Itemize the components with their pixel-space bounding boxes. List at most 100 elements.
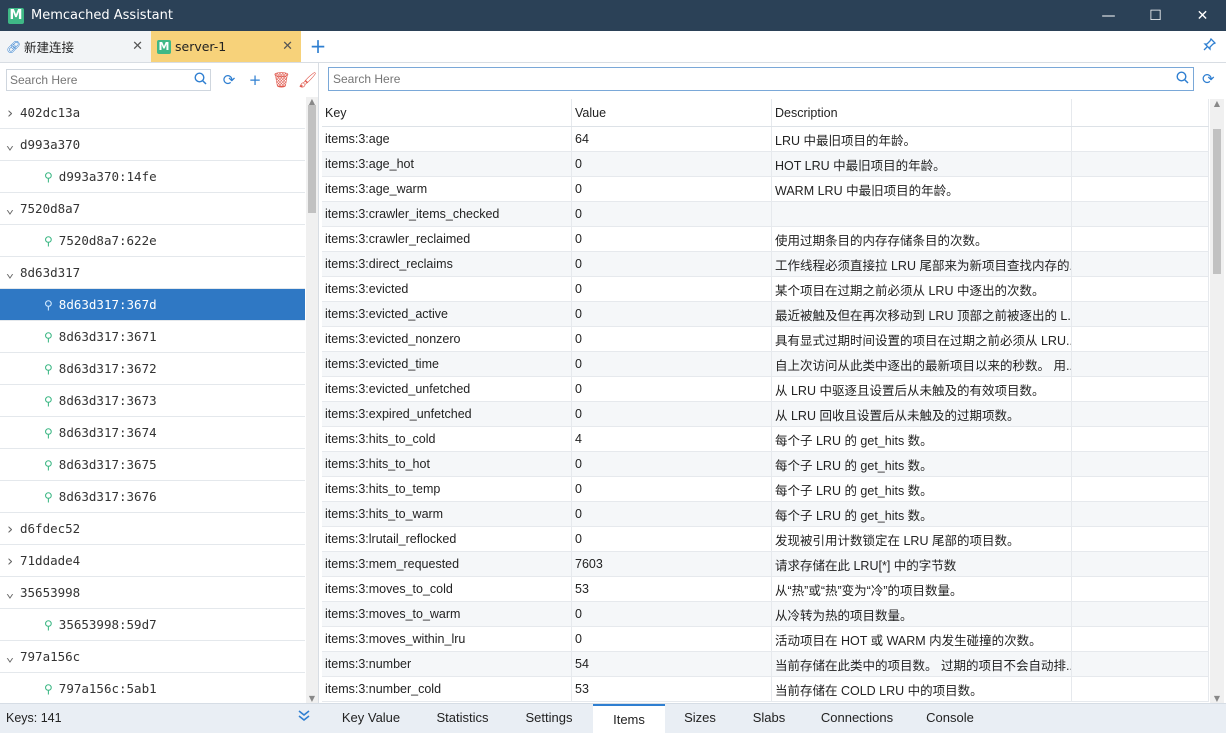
table-row[interactable]: items:3:evicted_time 0 自上次访问从此类中逐出的最新项目以来的… (322, 352, 1209, 377)
tree-group-item[interactable]: ⌄ 7520d8a7 (0, 193, 305, 225)
tab-key-value[interactable]: Key Value (322, 704, 420, 733)
table-row[interactable]: items:3:hits_to_temp 0 每个子 LRU 的 get_hits … (322, 477, 1209, 502)
tree-key-item[interactable]: ⚲ 8d63d317:3671 (0, 321, 305, 353)
tab-console[interactable]: Console (911, 704, 989, 733)
column-header[interactable] (1072, 99, 1209, 126)
refresh-icon[interactable]: ⟳ (1202, 70, 1215, 88)
column-header[interactable]: Description (772, 99, 1072, 126)
key-icon: ⚲ (44, 457, 53, 472)
search-icon[interactable] (1176, 71, 1189, 88)
table-row[interactable]: items:3:hits_to_cold 4 每个子 LRU 的 get_hits … (322, 427, 1209, 452)
chevron-right-icon[interactable]: › (0, 552, 20, 570)
key-tree-panel: ⟳ + 🗑︎ 🖌︎ ›402dc13a⌄d993a370⚲d993a370:14… (0, 63, 319, 703)
tab-sizes[interactable]: Sizes (665, 704, 735, 733)
tab-items[interactable]: Items (593, 704, 665, 733)
table-row[interactable]: items:3:number_cold 53 当前存储在 COLD LRU 中的项目… (322, 677, 1209, 702)
refresh-icon[interactable]: ⟳ (220, 69, 238, 91)
scrollbar-thumb[interactable] (308, 105, 316, 213)
table-row[interactable]: items:3:age_hot 0 HOT LRU 中最旧项目的年龄。 (322, 152, 1209, 177)
scrollbar-thumb[interactable] (1213, 129, 1221, 274)
expand-all-icon[interactable] (297, 709, 311, 727)
tree-group-item[interactable]: ⌄ 8d63d317 (0, 257, 305, 289)
table-scrollbar[interactable]: ▲ ▼ (1210, 99, 1224, 703)
table-row[interactable]: items:3:evicted_unfetched 0 从 LRU 中驱逐且设置后从… (322, 377, 1209, 402)
tree-group-item[interactable]: ⌄ d993a370 (0, 129, 305, 161)
tree-group-item[interactable]: ⌄ 35653998 (0, 577, 305, 609)
chevron-right-icon[interactable]: › (0, 520, 20, 538)
table-row[interactable]: items:3:lrutail_reflocked 0 发现被引用计数锁定在 LRU… (322, 527, 1209, 552)
key-cell: items:3:moves_within_lru (322, 627, 572, 651)
tree-key-item[interactable]: ⚲ 8d63d317:3675 (0, 449, 305, 481)
table-row[interactable]: items:3:hits_to_warm 0 每个子 LRU 的 get_hits … (322, 502, 1209, 527)
key-cell: items:3:hits_to_warm (322, 502, 572, 526)
key-cell: items:3:moves_to_cold (322, 577, 572, 601)
table-row[interactable]: items:3:direct_reclaims 0 工作线程必须直接拉 LRU 尾部… (322, 252, 1209, 277)
tree-group-item[interactable]: › d6fdec52 (0, 513, 305, 545)
close-button[interactable]: ✕ (1179, 0, 1226, 31)
table-row[interactable]: items:3:age_warm 0 WARM LRU 中最旧项目的年龄。 (322, 177, 1209, 202)
chevron-down-icon[interactable]: ⌄ (0, 137, 20, 153)
key-cell: items:3:number_cold (322, 677, 572, 701)
table-row[interactable]: items:3:evicted 0 某个项目在过期之前必须从 LRU 中逐出的次数。 (322, 277, 1209, 302)
key-icon: ⚲ (44, 169, 53, 184)
table-row[interactable]: items:3:evicted_nonzero 0 具有显式过期时间设置的项目在过期… (322, 327, 1209, 352)
key-cell: items:3:evicted_nonzero (322, 327, 572, 351)
key-cell: items:3:age_warm (322, 177, 572, 201)
tree-key-item[interactable]: ⚲ 8d63d317:367d (0, 289, 305, 321)
column-header[interactable]: Value (572, 99, 772, 126)
column-header[interactable]: Key (322, 99, 572, 126)
chevron-right-icon[interactable]: › (0, 104, 20, 122)
table-row[interactable]: items:3:moves_to_cold 53 从“热”或“热”变为“冷”的项目数… (322, 577, 1209, 602)
tree-key-item[interactable]: ⚲ 8d63d317:3676 (0, 481, 305, 513)
tree-group-item[interactable]: › 71ddade4 (0, 545, 305, 577)
table-row[interactable]: items:3:expired_unfetched 0 从 LRU 回收且设置后从未… (322, 402, 1209, 427)
tab-connections[interactable]: Connections (803, 704, 911, 733)
tab-close-icon[interactable]: ✕ (282, 39, 293, 54)
chevron-down-icon[interactable]: ⌄ (0, 649, 20, 665)
table-row[interactable]: items:3:number 54 当前存储在此类中的项目数。 过期的项目不会自动排… (322, 652, 1209, 677)
empty-cell (1072, 527, 1209, 551)
table-row[interactable]: items:3:evicted_active 0 最近被触及但在再次移动到 LRU … (322, 302, 1209, 327)
table-row[interactable]: items:3:moves_within_lru 0 活动项目在 HOT 或 WAR… (322, 627, 1209, 652)
chevron-down-icon[interactable]: ⌄ (0, 201, 20, 217)
table-row[interactable]: items:3:crawler_reclaimed 0 使用过期条目的内存存储条目的… (322, 227, 1209, 252)
pin-icon[interactable] (1203, 37, 1217, 55)
tab-settings[interactable]: Settings (505, 704, 593, 733)
tree-group-item[interactable]: ⌄ 797a156c (0, 641, 305, 673)
delete-icon[interactable]: 🗑︎ (272, 69, 291, 91)
tree-item-label: 8d63d317:3676 (58, 489, 157, 504)
table-row[interactable]: items:3:moves_to_warm 0 从冷转为热的项目数量。 (322, 602, 1209, 627)
tree-key-item[interactable]: ⚲ 7520d8a7:622e (0, 225, 305, 257)
clear-brush-icon[interactable]: 🖌︎ (298, 69, 317, 91)
table-row[interactable]: items:3:hits_to_hot 0 每个子 LRU 的 get_hits 数… (322, 452, 1209, 477)
empty-cell (1072, 452, 1209, 476)
tree-key-item[interactable]: ⚲ 8d63d317:3672 (0, 353, 305, 385)
key-cell: items:3:crawler_items_checked (322, 202, 572, 226)
items-search-input[interactable] (333, 68, 1153, 90)
description-cell: LRU 中最旧项目的年龄。 (772, 127, 1072, 151)
table-row[interactable]: items:3:crawler_items_checked 0 (322, 202, 1209, 227)
minimize-button[interactable]: — (1085, 0, 1132, 31)
tree-group-item[interactable]: › 402dc13a (0, 97, 305, 129)
tree-key-item[interactable]: ⚲ 8d63d317:3673 (0, 385, 305, 417)
tree-scrollbar[interactable]: ▲ ▼ (306, 97, 318, 703)
add-tab-button[interactable]: + (308, 35, 328, 57)
tab-close-icon[interactable]: ✕ (132, 39, 143, 54)
maximize-button[interactable]: ☐ (1132, 0, 1179, 31)
table-row[interactable]: items:3:mem_requested 7603 请求存储在此 LRU[*] 中… (322, 552, 1209, 577)
chevron-down-icon[interactable]: ⌄ (0, 265, 20, 281)
tab-slabs[interactable]: Slabs (735, 704, 803, 733)
tab-statistics[interactable]: Statistics (420, 704, 505, 733)
add-key-icon[interactable]: + (246, 69, 264, 91)
key-search-input[interactable] (10, 70, 190, 90)
tree-key-item[interactable]: ⚲ d993a370:14fe (0, 161, 305, 193)
tree-key-item[interactable]: ⚲ 8d63d317:3674 (0, 417, 305, 449)
tab-server-1[interactable]: M server-1 ✕ (151, 31, 301, 62)
search-icon[interactable] (194, 72, 207, 89)
tree-key-item[interactable]: ⚲ 797a156c:5ab1 (0, 673, 305, 703)
tab-new-connection[interactable]: 🔗︎ 新建连接 ✕ (0, 31, 151, 62)
tree-key-item[interactable]: ⚲ 35653998:59d7 (0, 609, 305, 641)
key-cell: items:3:hits_to_hot (322, 452, 572, 476)
table-row[interactable]: items:3:age 64 LRU 中最旧项目的年龄。 (322, 127, 1209, 152)
chevron-down-icon[interactable]: ⌄ (0, 585, 20, 601)
